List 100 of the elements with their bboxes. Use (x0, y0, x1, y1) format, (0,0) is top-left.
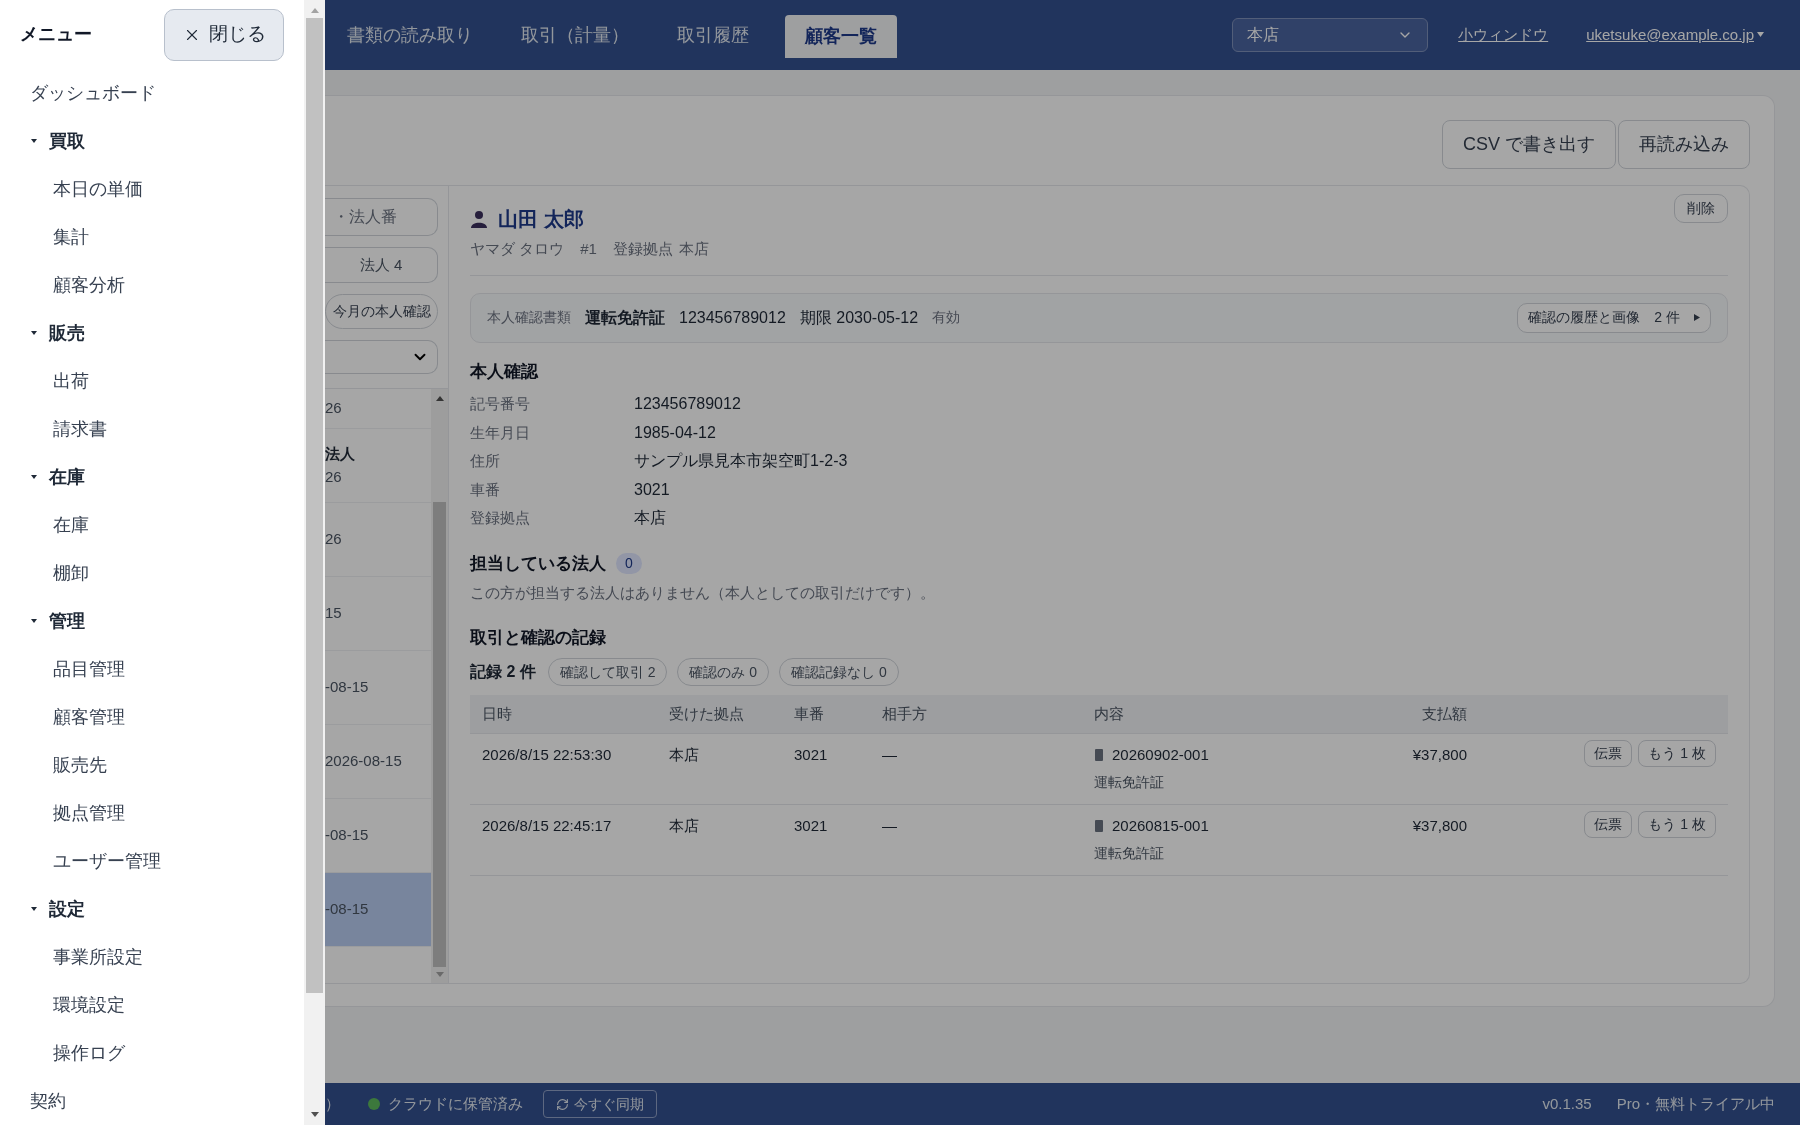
table-cell-text: 2026/8/15 22:45:17 (482, 816, 613, 836)
nav-tab[interactable]: 取引（計量） (499, 13, 651, 57)
list-scrollbar[interactable] (431, 389, 448, 983)
field-value: 3021 (634, 479, 670, 500)
person-icon (470, 210, 488, 228)
toolbar-button[interactable]: CSV で書き出す (1442, 120, 1616, 169)
scroll-up-arrow-icon (434, 394, 445, 402)
record-filter-chip[interactable]: 確認のみ 0 (677, 658, 770, 686)
caret-down-icon (1757, 32, 1764, 38)
menu-item[interactable]: 顧客分析 (53, 271, 125, 299)
row-action-button[interactable]: もう 1 枚 (1638, 811, 1716, 838)
id-document-number: 123456789012 (679, 307, 786, 328)
branch-label: 登録拠点 (612, 239, 673, 259)
column-header: 日時 (482, 703, 513, 724)
dim-overlay[interactable] (325, 0, 1800, 1125)
customer-date: 2026-08-15 (325, 751, 403, 772)
customer-date: -08-15 (325, 899, 370, 920)
menu-item[interactable]: 在庫 (53, 511, 89, 539)
menu-section[interactable]: 買取 (49, 127, 85, 155)
menu-item[interactable]: ダッシュボード (30, 79, 156, 107)
customer-row[interactable]: -08-15 (325, 873, 431, 947)
section-title: 本人確認 (470, 360, 540, 383)
slip-number: 20260815-001 (1112, 816, 1209, 836)
expanded-caret-icon[interactable] (30, 905, 38, 913)
row-action-button[interactable]: 伝票 (1584, 740, 1633, 767)
menu-item[interactable]: 環境設定 (53, 991, 125, 1019)
expanded-caret-icon[interactable] (30, 473, 38, 481)
refresh-icon (556, 1097, 569, 1111)
menu-item[interactable]: 拠点管理 (53, 799, 125, 827)
customer-date: -08-15 (325, 677, 370, 698)
branch-name: 本店 (678, 239, 709, 259)
menu-section[interactable]: 設定 (49, 895, 85, 923)
customer-search-field[interactable]: ・法人番 (325, 198, 438, 236)
table-cell-text: 本店 (669, 816, 700, 836)
id-document-type: 運転免許証 (585, 307, 665, 328)
scrollbar-thumb[interactable] (306, 18, 323, 993)
field-value: 1985-04-12 (634, 422, 716, 443)
row-action-button[interactable]: 伝票 (1584, 811, 1633, 838)
menu-item[interactable]: ユーザー管理 (53, 847, 161, 875)
plan-status: Pro・無料トライアル中 (1616, 1093, 1775, 1114)
row-action-button[interactable]: もう 1 枚 (1638, 740, 1716, 767)
scrollbar-thumb[interactable] (433, 502, 446, 967)
document-icon (1094, 748, 1104, 763)
nav-tab[interactable]: 取引履歴 (655, 13, 771, 57)
store-select[interactable]: 本店 (1232, 18, 1429, 52)
column-header: 内容 (1094, 703, 1125, 724)
menu-title: メニュー (20, 23, 92, 46)
id-document-expiry: 期限 2030-05-12 (799, 307, 919, 328)
menu-section[interactable]: 販売 (49, 319, 85, 347)
column-header: 相手方 (882, 703, 928, 724)
menu-section[interactable]: 在庫 (49, 463, 85, 491)
menu-item[interactable]: 契約 (30, 1087, 66, 1115)
customer-date: 26 (325, 529, 343, 550)
menu-section[interactable]: 管理 (49, 607, 85, 635)
field-label: 登録拠点 (470, 508, 531, 528)
record-filter-chip[interactable]: 確認記録なし 0 (779, 658, 899, 686)
customer-kana: ヤマダ タロウ (470, 239, 565, 259)
menu-item[interactable]: 顧客管理 (53, 703, 125, 731)
records-count: 記録 2 件 (470, 662, 536, 682)
field-label: 記号番号 (470, 394, 531, 414)
field-label: 生年月日 (470, 422, 531, 443)
corporation-filter-button[interactable]: 法人 4 (325, 247, 438, 283)
menu-item[interactable]: 本日の単価 (53, 175, 143, 203)
expanded-caret-icon[interactable] (30, 617, 38, 625)
expanded-caret-icon[interactable] (30, 329, 38, 337)
menu-item[interactable]: 集計 (53, 223, 89, 251)
field-label: 車番 (470, 479, 501, 500)
customer-date: 15 (325, 603, 343, 624)
menu-item[interactable]: 請求書 (53, 415, 107, 443)
drawer-scrollbar[interactable] (304, 0, 325, 1125)
menu-item[interactable]: 品目管理 (53, 655, 125, 683)
table-cell-text: 3021 (794, 816, 829, 836)
column-header: 支払額 (1422, 703, 1467, 724)
menu-item[interactable]: 出荷 (53, 367, 89, 395)
sync-now-button[interactable]: 今すぐ同期 (543, 1090, 657, 1118)
column-header: 受けた拠点 (669, 703, 745, 724)
history-button[interactable]: 確認の履歴と画像 2 件 (1517, 302, 1711, 333)
toolbar-button[interactable]: 再読み込み (1618, 120, 1750, 169)
document-type: 運転免許証 (1094, 843, 1165, 863)
menu-item[interactable]: 販売先 (53, 751, 107, 779)
menu-item[interactable]: 棚卸 (53, 559, 89, 587)
slip-number: 20260902-001 (1112, 745, 1209, 765)
small-window-link[interactable]: 小ウィンドウ (1458, 23, 1549, 47)
close-button[interactable]: 閉じる (164, 8, 284, 61)
id-document-label: 本人確認書類 (487, 308, 571, 327)
nav-tab[interactable]: 顧客一覧 (785, 14, 897, 58)
menu-item[interactable]: 操作ログ (53, 1039, 125, 1067)
corporations-note: この方が担当する法人はありません（本人としての取引だけです）。 (470, 583, 936, 603)
record-filter-chip[interactable]: 確認して取引 2 (547, 658, 668, 686)
account-menu[interactable]: uketsuke@example.co.jp (1586, 23, 1764, 47)
expanded-caret-icon[interactable] (30, 137, 38, 145)
nav-tab[interactable]: 書類の読み取り (325, 13, 495, 57)
app-version: v0.1.35 (1542, 1093, 1592, 1114)
menu-item[interactable]: 事業所設定 (53, 943, 143, 971)
document-type: 運転免許証 (1094, 772, 1165, 792)
delete-button[interactable]: 削除 (1674, 194, 1728, 223)
customer-date: -08-15 (325, 825, 370, 846)
scroll-down-arrow-icon (309, 1111, 320, 1119)
field-value: サンプル県見本市架空町1-2-3 (634, 451, 848, 472)
table-cell-text: ¥37,800 (1412, 816, 1467, 836)
